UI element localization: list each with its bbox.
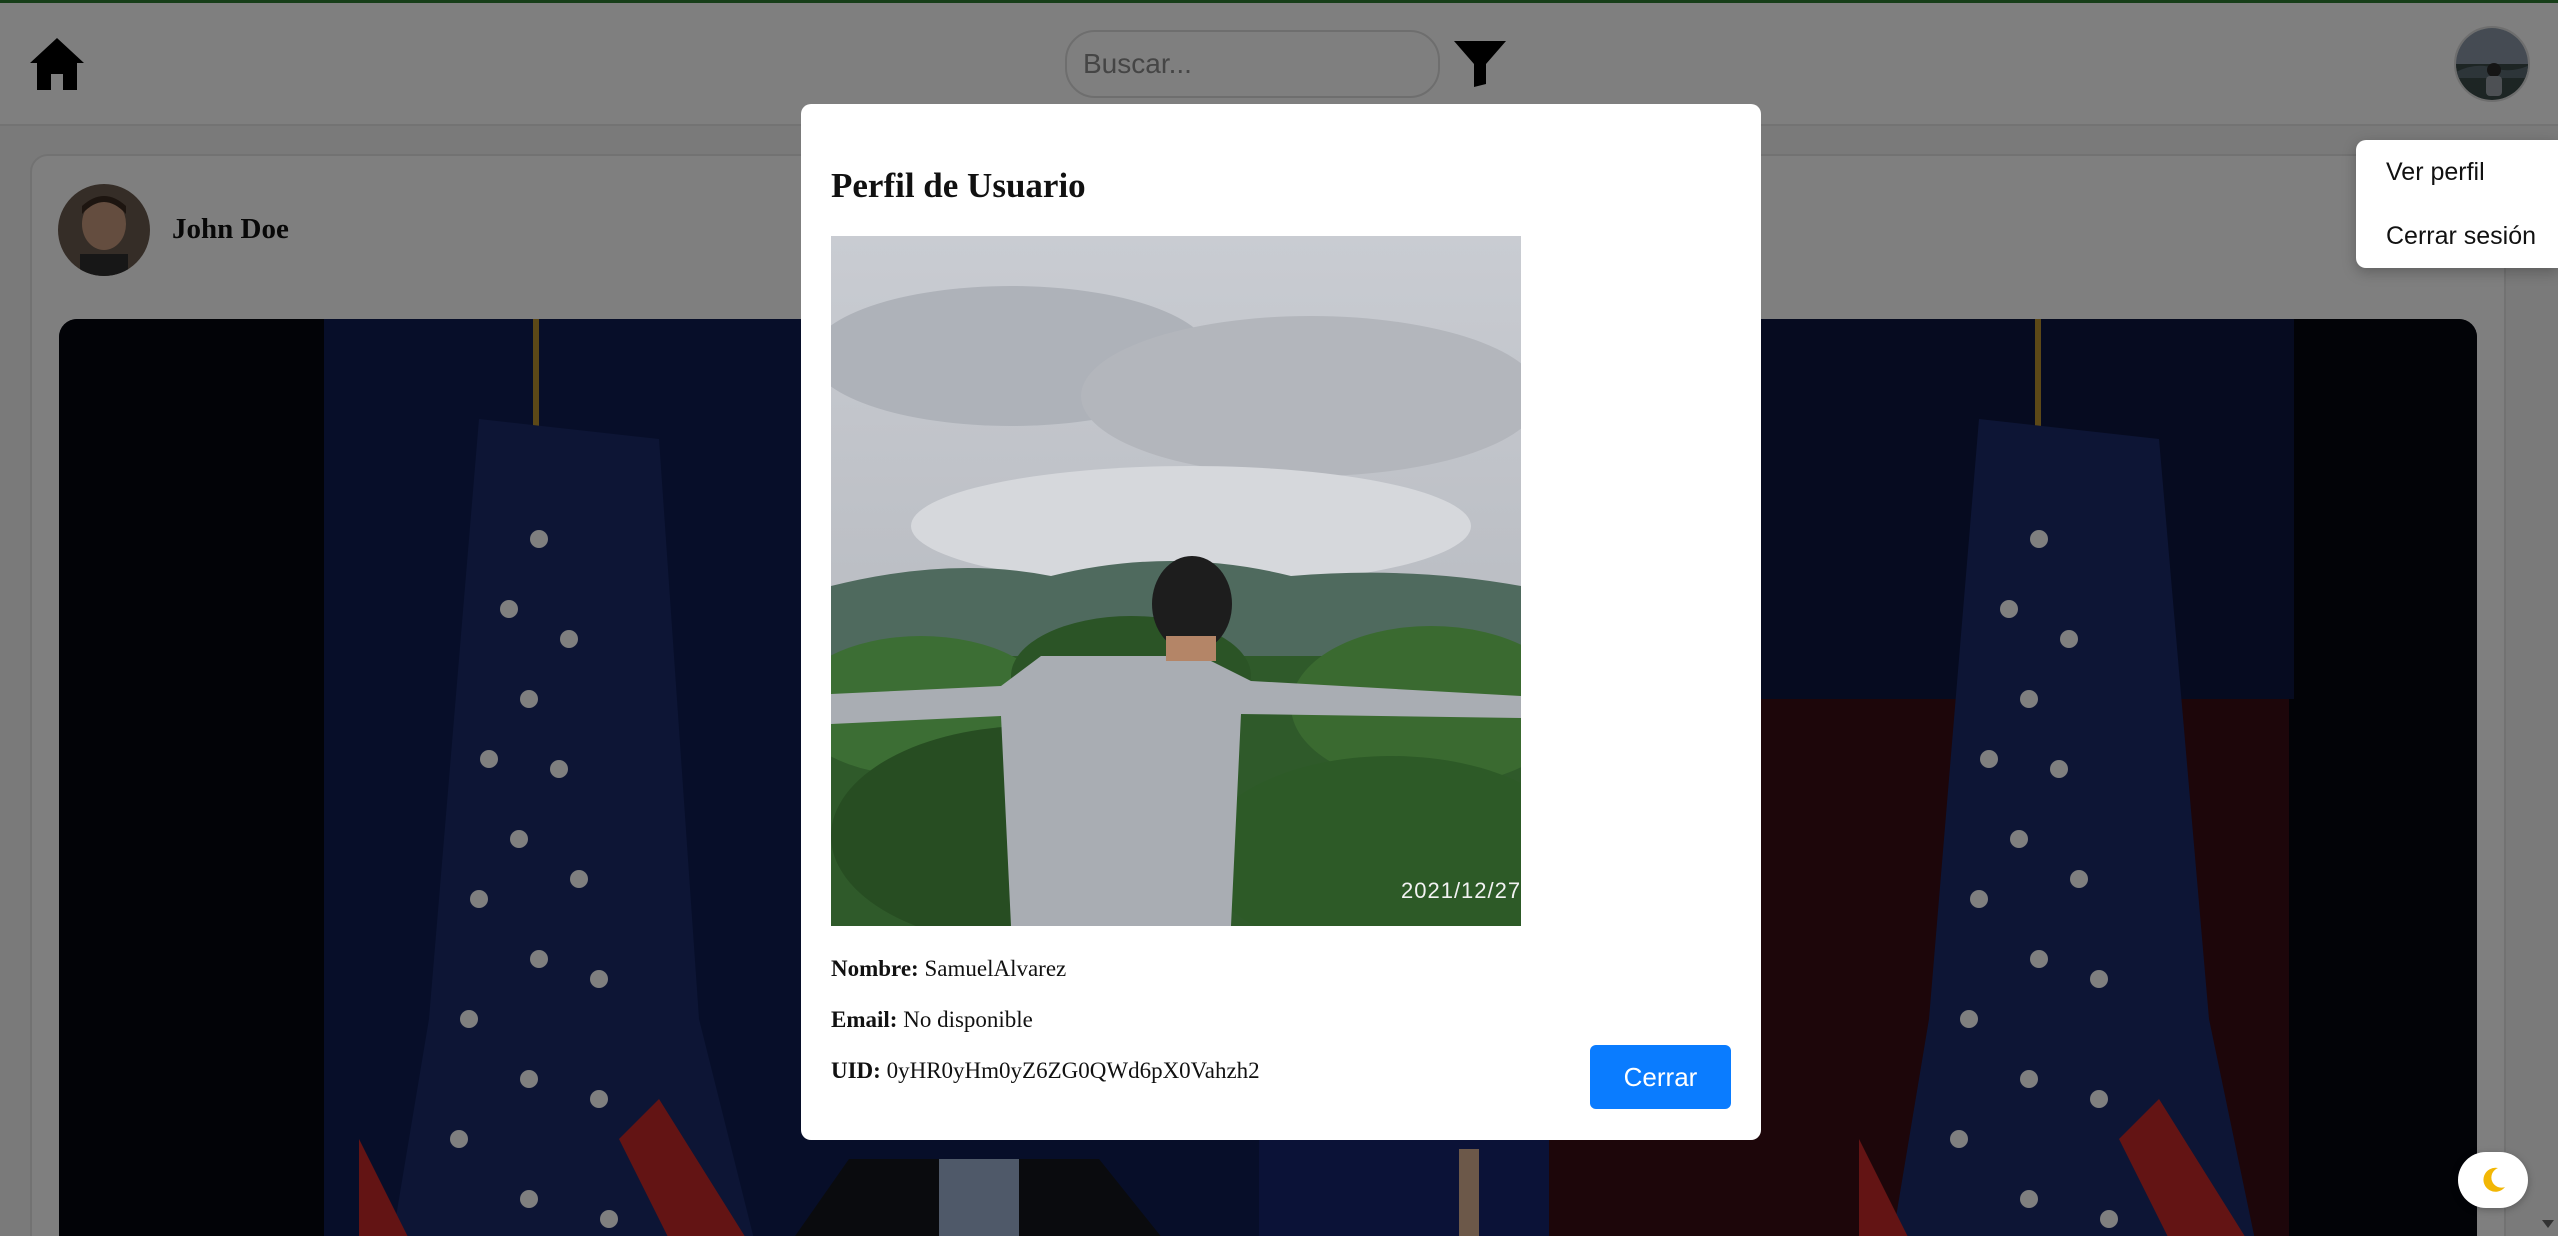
- theme-toggle-button[interactable]: [2458, 1152, 2528, 1208]
- menu-item-ver-perfil[interactable]: Ver perfil: [2386, 158, 2485, 187]
- uid-value: 0yHR0yHm0yZ6ZG0QWd6pX0Vahzh2: [886, 1058, 1260, 1083]
- name-value: SamuelAlvarez: [924, 956, 1067, 981]
- uid-label: UID:: [831, 1058, 881, 1083]
- profile-uid-line: UID: 0yHR0yHm0yZ6ZG0QWd6pX0Vahzh2: [831, 1058, 1260, 1084]
- profile-modal: Perfil de Usuario 2021/12/27 Nombre: Sam…: [801, 104, 1761, 1140]
- name-label: Nombre:: [831, 956, 919, 981]
- email-label: Email:: [831, 1007, 898, 1032]
- close-button[interactable]: Cerrar: [1590, 1045, 1731, 1109]
- profile-name-line: Nombre: SamuelAlvarez: [831, 956, 1066, 982]
- profile-email-line: Email: No disponible: [831, 1007, 1033, 1033]
- modal-title: Perfil de Usuario: [831, 166, 1086, 205]
- photo-date-stamp: 2021/12/27: [1401, 878, 1521, 903]
- email-value: No disponible: [903, 1007, 1033, 1032]
- moon-icon: [2483, 1167, 2505, 1192]
- menu-item-cerrar-sesion[interactable]: Cerrar sesión: [2386, 222, 2536, 251]
- profile-photo: 2021/12/27: [831, 236, 1521, 926]
- scroll-down-arrow[interactable]: [2542, 1220, 2554, 1228]
